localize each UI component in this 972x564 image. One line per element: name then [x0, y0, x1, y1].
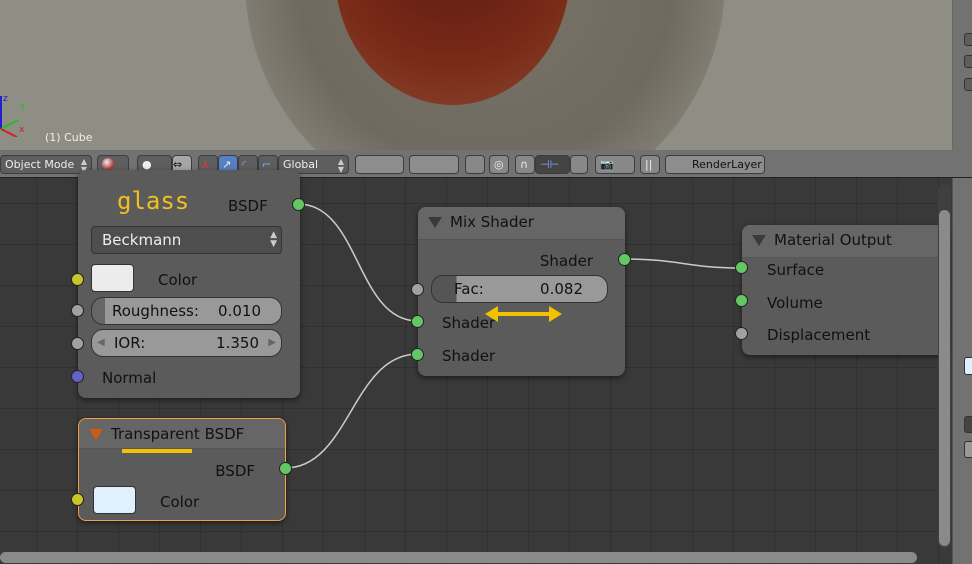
panel-button[interactable] — [964, 416, 972, 433]
horizontal-scrollbar[interactable] — [0, 552, 917, 563]
vertical-scrollbar-thumb[interactable] — [939, 210, 950, 546]
panel-button[interactable] — [964, 78, 972, 91]
double-arrow-icon — [485, 306, 562, 322]
panel-button[interactable] — [964, 441, 972, 458]
panel-color-swatch[interactable] — [964, 357, 972, 375]
panel-button[interactable] — [964, 33, 972, 46]
panel-button[interactable] — [964, 55, 972, 68]
annotations — [122, 306, 562, 453]
